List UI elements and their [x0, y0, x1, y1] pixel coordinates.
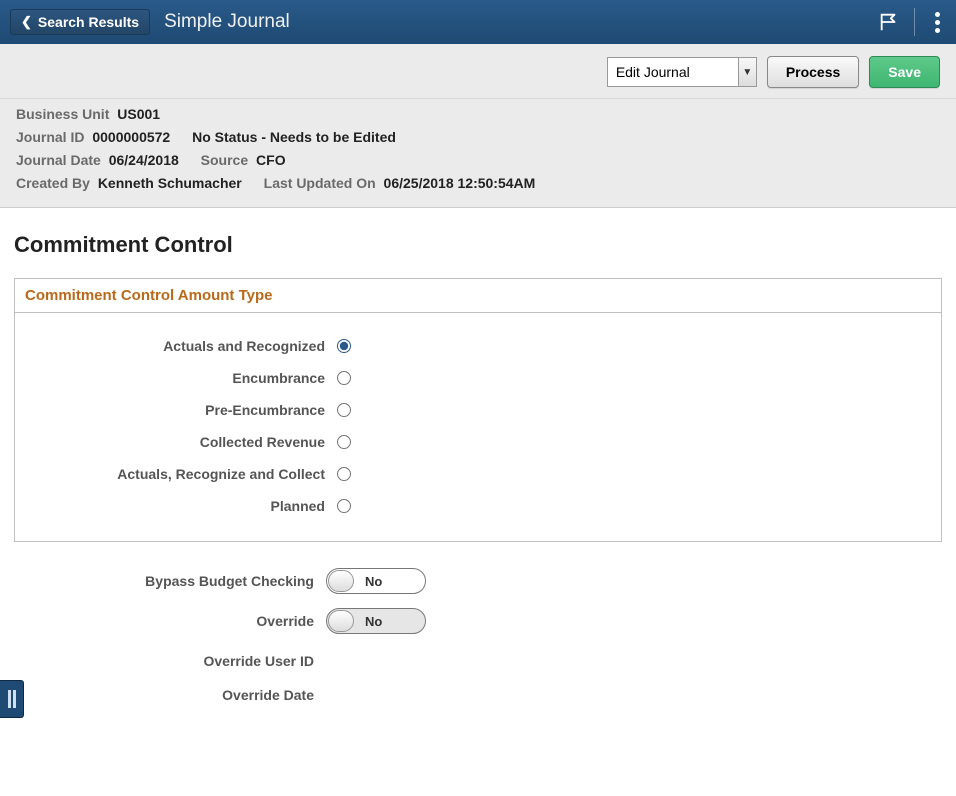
save-button[interactable]: Save	[869, 56, 940, 88]
last-updated-value: 06/25/2018 12:50:54AM	[384, 175, 536, 191]
amount-type-option: Actuals, Recognize and Collect	[25, 461, 931, 487]
amount-type-panel: Commitment Control Amount Type Actuals a…	[14, 278, 942, 542]
side-panel-toggle[interactable]	[0, 680, 24, 718]
kebab-menu-icon[interactable]	[929, 6, 946, 39]
journal-id-value: 0000000572	[92, 129, 170, 145]
page-title: Simple Journal	[164, 11, 290, 33]
amount-type-option: Pre-Encumbrance	[25, 397, 931, 423]
toggle-knob-icon	[328, 610, 354, 632]
top-actions	[878, 6, 946, 39]
business-unit-value: US001	[117, 106, 160, 122]
amount-type-radio[interactable]	[337, 371, 351, 385]
section-header: Commitment Control	[14, 232, 942, 258]
bypass-toggle-value: No	[365, 574, 382, 589]
bypass-label: Bypass Budget Checking	[14, 573, 326, 589]
chevron-down-icon[interactable]: ▼	[738, 58, 756, 86]
override-label: Override	[14, 613, 326, 629]
source-value: CFO	[256, 152, 286, 168]
created-by-value: Kenneth Schumacher	[98, 175, 242, 191]
amount-type-panel-title: Commitment Control Amount Type	[15, 279, 941, 313]
amount-type-option-label: Collected Revenue	[25, 434, 337, 450]
amount-type-option-label: Planned	[25, 498, 337, 514]
toggle-fields: Bypass Budget Checking No Override No Ov…	[14, 542, 942, 708]
journal-status: No Status - Needs to be Edited	[192, 129, 396, 145]
override-date-label: Override Date	[14, 687, 326, 703]
journal-date-value: 06/24/2018	[109, 152, 179, 168]
source-label: Source	[201, 152, 248, 168]
bypass-toggle[interactable]: No	[326, 568, 426, 594]
amount-type-option-label: Actuals and Recognized	[25, 338, 337, 354]
journal-id-label: Journal ID	[16, 129, 84, 145]
amount-type-radio[interactable]	[337, 435, 351, 449]
main-content: Commitment Control Commitment Control Am…	[0, 208, 956, 754]
amount-type-option: Encumbrance	[25, 365, 931, 391]
back-button[interactable]: ❮ Search Results	[10, 9, 150, 35]
amount-type-option-label: Encumbrance	[25, 370, 337, 386]
amount-type-option: Collected Revenue	[25, 429, 931, 455]
journal-date-label: Journal Date	[16, 152, 101, 168]
journal-meta: Business Unit US001 Journal ID 000000057…	[0, 99, 956, 208]
override-toggle-value: No	[365, 614, 382, 629]
amount-type-radio[interactable]	[337, 403, 351, 417]
amount-type-option-label: Pre-Encumbrance	[25, 402, 337, 418]
last-updated-label: Last Updated On	[264, 175, 376, 191]
amount-type-radio[interactable]	[337, 499, 351, 513]
divider	[914, 8, 915, 36]
amount-type-radio[interactable]	[337, 339, 351, 353]
process-button[interactable]: Process	[767, 56, 859, 88]
amount-type-radio-group: Actuals and Recognized Encumbrance Pre-Enc…	[15, 313, 941, 541]
top-bar: ❮ Search Results Simple Journal	[0, 0, 956, 44]
flag-icon[interactable]	[878, 11, 900, 33]
business-unit-label: Business Unit	[16, 106, 109, 122]
mode-select[interactable]: Edit Journal ▼	[607, 57, 757, 87]
override-toggle[interactable]: No	[326, 608, 426, 634]
chevron-left-icon: ❮	[21, 14, 32, 30]
override-userid-label: Override User ID	[14, 653, 326, 669]
amount-type-option: Planned	[25, 493, 931, 519]
mode-select-field[interactable]: Edit Journal	[608, 58, 738, 86]
back-button-label: Search Results	[38, 14, 139, 30]
created-by-label: Created By	[16, 175, 90, 191]
amount-type-radio[interactable]	[337, 467, 351, 481]
amount-type-option-label: Actuals, Recognize and Collect	[25, 466, 337, 482]
toggle-knob-icon	[328, 570, 354, 592]
amount-type-option: Actuals and Recognized	[25, 333, 931, 359]
action-strip: Edit Journal ▼ Process Save	[0, 44, 956, 99]
